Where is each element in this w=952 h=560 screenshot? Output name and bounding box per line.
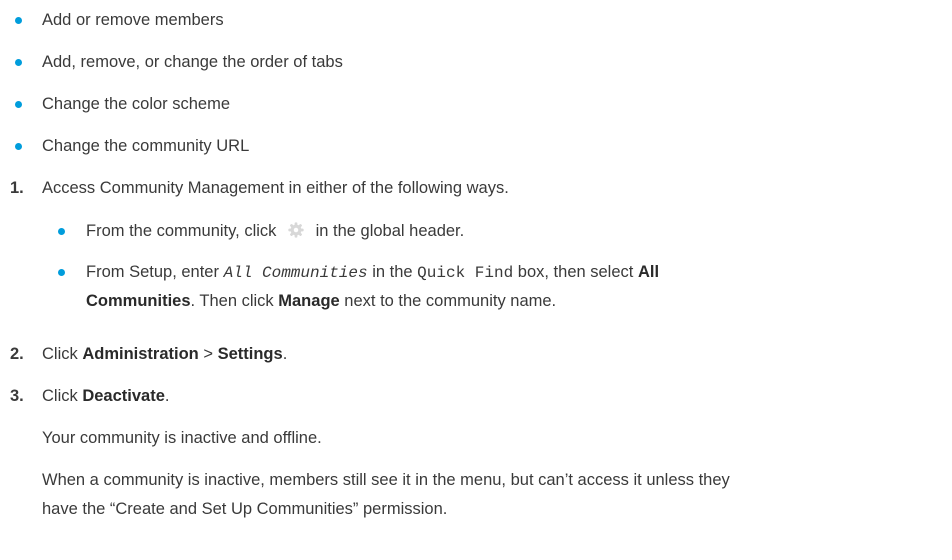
step-number: 3. [10,386,24,405]
step-1: 1. Access Community Management in either… [0,168,940,208]
bullet-icon [15,100,22,108]
step-number: 2. [10,344,24,363]
sub-item-text: Communities. Then click Manage next to t… [86,291,557,310]
sub-list-item-continued: Communities. Then click Manage next to t… [0,281,940,321]
sub-list-item: From the community, click in the global … [0,211,940,251]
ui-label: Administration [82,344,199,363]
bullet-icon [15,142,22,150]
step-note: have the “Create and Set Up Communities”… [0,489,940,529]
sub-item-text: From the community, click in the global … [86,222,465,240]
step-2: 2. Click Administration > Settings. [0,334,940,374]
step-number: 1. [10,178,24,197]
ui-label: All [637,262,660,281]
step-text: Click Deactivate. [42,386,170,405]
step-text: Access Community Management in either of… [42,178,509,197]
step-note: Your community is inactive and offline. [0,418,940,458]
bullet-icon [15,16,22,24]
list-item-text: Change the community URL [42,136,250,155]
ui-label: Settings [217,344,283,363]
ui-label: Deactivate [82,386,165,405]
ui-label: Communities [86,291,191,310]
list-item-text: Change the color scheme [42,94,231,113]
step-text: Click Administration > Settings. [42,344,288,363]
sub-item-text: From Setup, enter All Communities in the… [86,262,660,282]
code-text: All Communities [223,263,368,282]
gear-icon [288,222,304,238]
step-note-text: When a community is inactive, members st… [42,470,730,489]
step-note-text: Your community is inactive and offline. [42,428,322,447]
step-3: 3. Click Deactivate. [0,376,940,416]
bullet-icon [58,227,65,235]
code-text: Quick Find [417,263,514,282]
list-item-text: Add, remove, or change the order of tabs [42,52,343,71]
bullet-icon [15,58,22,66]
step-note-text: have the “Create and Set Up Communities”… [42,499,448,518]
list-item-text: Add or remove members [42,10,224,29]
bullet-icon [58,268,65,276]
ui-label: Manage [278,291,340,310]
